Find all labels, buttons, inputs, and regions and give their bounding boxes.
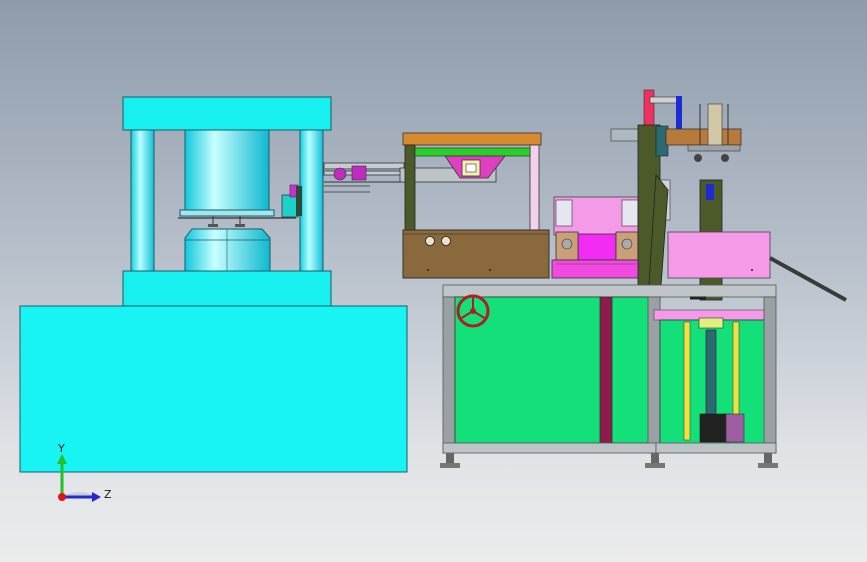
green-panel-right [611, 296, 653, 444]
hydraulic-press [19, 96, 408, 473]
y-axis-label: Y [57, 442, 65, 455]
press-top-crown [122, 96, 332, 131]
gauge-right [441, 236, 451, 246]
gantry-top-plate [402, 132, 542, 146]
press-main-cylinder [184, 129, 270, 211]
pink-forming-unit [551, 196, 642, 279]
press-column-left [130, 129, 155, 272]
x-axis-origin-icon [58, 493, 66, 501]
green-panel-left [454, 296, 604, 444]
center-gantry [402, 132, 550, 279]
press-ram-plate [179, 209, 275, 217]
press-base-block [19, 305, 408, 473]
right-tower [610, 89, 847, 302]
press-lower-die [184, 228, 271, 272]
press-column-right [299, 129, 324, 272]
press-lower-plate [122, 270, 332, 307]
machine-base-frame [440, 284, 778, 468]
z-axis-arrow-icon [92, 492, 101, 502]
gantry-mold-box [402, 229, 550, 279]
cad-viewport[interactable]: Y Z [0, 0, 867, 562]
z-axis-label: Z [104, 488, 112, 501]
gauge-left [425, 236, 435, 246]
